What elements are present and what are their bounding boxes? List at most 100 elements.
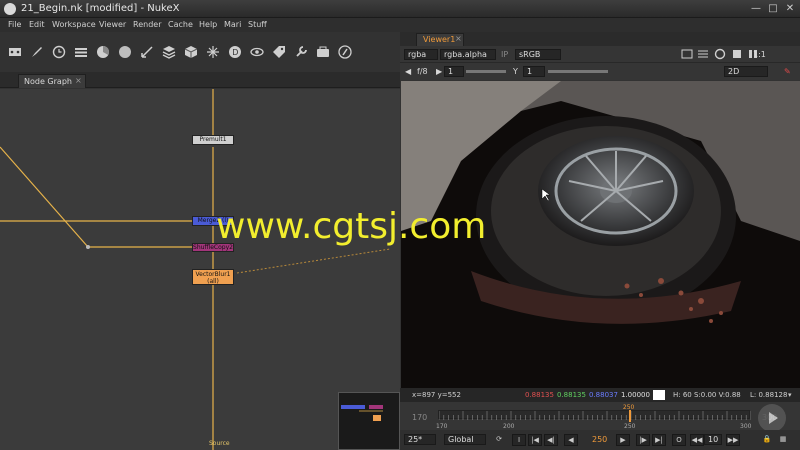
- lut-dropdown[interactable]: sRGB: [515, 49, 561, 60]
- node-source-label: Source: [209, 440, 230, 447]
- tab-node-graph-close-icon[interactable]: ×: [75, 76, 82, 85]
- play-forward-button[interactable]: ▶: [616, 434, 630, 446]
- gamma-input[interactable]: 1: [523, 66, 545, 77]
- node-graph-minimap[interactable]: [338, 392, 400, 450]
- proxy-icon[interactable]: ✎: [784, 66, 791, 77]
- node-vectorblur[interactable]: VectorBlur1 (all): [192, 269, 234, 285]
- menu-render[interactable]: Render: [133, 20, 161, 29]
- pixel-green: 0.88135: [557, 391, 586, 399]
- channel-icon[interactable]: [72, 43, 90, 61]
- tab-viewer1[interactable]: Viewer1 ×: [416, 33, 464, 46]
- pixel-luma: L: 0.88128: [750, 391, 788, 399]
- tab-viewer1-label: Viewer1: [423, 35, 456, 44]
- play-overlay-icon[interactable]: [758, 404, 786, 432]
- image-nodes-icon[interactable]: [6, 43, 24, 61]
- out-point-button[interactable]: O: [672, 434, 686, 446]
- node-premult[interactable]: Premult1: [192, 135, 234, 145]
- node-graph-tabbar: Node Graph ×: [0, 72, 400, 88]
- viewer-compare-icon[interactable]: [680, 47, 694, 61]
- view-mode-dropdown[interactable]: 2D: [724, 66, 768, 77]
- menu-edit[interactable]: Edit: [29, 20, 45, 29]
- timeline[interactable]: 170 170 200 250 300 250 300: [400, 402, 800, 432]
- gain-input[interactable]: 1: [444, 66, 464, 77]
- timeline-track[interactable]: [438, 410, 752, 420]
- lock-icon[interactable]: 🔒: [760, 434, 774, 446]
- status-menu-icon[interactable]: ▾: [788, 391, 792, 399]
- close-button[interactable]: ✕: [784, 3, 796, 15]
- pixel-coords: x=897 y=552: [412, 391, 461, 399]
- toolsets-icon[interactable]: [314, 43, 332, 61]
- first-frame-button[interactable]: |◀: [528, 434, 542, 446]
- fstop-value[interactable]: f/8: [417, 66, 428, 77]
- minimize-button[interactable]: —: [750, 3, 762, 15]
- current-frame[interactable]: 250: [592, 434, 607, 445]
- watermark-text: www.cgtsj.com: [216, 206, 487, 247]
- gamma-slider[interactable]: [548, 70, 608, 73]
- plugins-icon[interactable]: [336, 43, 354, 61]
- node-premult-label: Premult1: [199, 136, 227, 143]
- viewer-wipe-icon[interactable]: [696, 47, 710, 61]
- filter-sphere-icon[interactable]: [116, 43, 134, 61]
- prev-keyframe-button[interactable]: ◀|: [544, 434, 558, 446]
- ip-toggle[interactable]: IP: [501, 49, 508, 60]
- layer-dropdown[interactable]: rgba.alpha: [440, 49, 496, 60]
- step-input[interactable]: 10: [704, 434, 722, 445]
- other-wrench-icon[interactable]: [292, 43, 310, 61]
- pixel-swatch: [653, 390, 665, 400]
- timeline-start: 170: [412, 413, 428, 422]
- step-back-button[interactable]: ◀◀: [690, 434, 704, 446]
- title-bar: 21_Begin.nk [modified] - NukeX — □ ✕: [0, 0, 800, 18]
- views-eye-icon[interactable]: [248, 43, 266, 61]
- prev-fstop-icon[interactable]: ◀: [405, 66, 411, 77]
- last-frame-button[interactable]: ▶|: [652, 434, 666, 446]
- timeline-playhead[interactable]: 250: [623, 404, 635, 422]
- 3d-cube-icon[interactable]: [182, 43, 200, 61]
- play-backward-button[interactable]: ◀: [564, 434, 578, 446]
- viewer-refresh-icon[interactable]: [713, 47, 727, 61]
- color-wheel-icon[interactable]: [94, 43, 112, 61]
- tab-node-graph-label: Node Graph: [24, 77, 72, 86]
- menu-stuff[interactable]: Stuff: [248, 20, 267, 29]
- keyer-icon[interactable]: [138, 43, 156, 61]
- zoom-dropdown[interactable]: 1:1: [753, 49, 793, 60]
- channels-dropdown[interactable]: rgba: [404, 49, 438, 60]
- in-point-button[interactable]: I: [512, 434, 526, 446]
- viewer-pixel-info: x=897 y=552 0.88135 0.88135 0.88037 1.00…: [400, 388, 800, 402]
- tab-node-graph[interactable]: Node Graph ×: [18, 74, 86, 88]
- minimap-preview: [341, 405, 383, 421]
- merge-layers-icon[interactable]: [160, 43, 178, 61]
- draw-brush-icon[interactable]: [28, 43, 46, 61]
- viewer-roi-icon[interactable]: [730, 47, 744, 61]
- pixel-red: 0.88135: [525, 391, 554, 399]
- window-title: 21_Begin.nk [modified] - NukeX: [21, 3, 180, 14]
- node-toolbar: D: [0, 32, 400, 72]
- menu-workspace[interactable]: Workspace: [52, 20, 96, 29]
- pixel-alpha: 1.00000: [621, 391, 650, 399]
- gain-slider[interactable]: [466, 70, 506, 73]
- fps-dropdown[interactable]: 25*: [404, 434, 436, 445]
- menu-cache[interactable]: Cache: [168, 20, 193, 29]
- maximize-button[interactable]: □: [767, 3, 779, 15]
- next-keyframe-button[interactable]: |▶: [636, 434, 650, 446]
- layout-icon[interactable]: ▦: [776, 434, 790, 446]
- time-clock-icon[interactable]: [50, 43, 68, 61]
- tab-viewer1-close-icon[interactable]: ×: [455, 34, 462, 43]
- node-vectorblur-label: VectorBlur1: [195, 271, 231, 278]
- menu-help[interactable]: Help: [199, 20, 217, 29]
- viewer-exposure-controls: ◀ f/8 ▶ 1 Y 1 2D ✎: [400, 63, 800, 80]
- svg-text:D: D: [232, 48, 238, 57]
- menu-viewer[interactable]: Viewer: [99, 20, 126, 29]
- menu-bar: File Edit Workspace Viewer Render Cache …: [0, 18, 800, 32]
- range-dropdown[interactable]: Global: [444, 434, 486, 445]
- menu-file[interactable]: File: [8, 20, 21, 29]
- zoom-value: 1:1: [753, 50, 766, 59]
- deep-icon[interactable]: D: [226, 43, 244, 61]
- node-graph-canvas[interactable]: Premult1 Merge2 (l) ShuffleCopy2 VectorB…: [0, 89, 400, 450]
- gamma-label: Y: [513, 67, 518, 76]
- metadata-tag-icon[interactable]: [270, 43, 288, 61]
- next-fstop-icon[interactable]: ▶: [436, 66, 442, 77]
- loop-mode-icon[interactable]: ⟳: [492, 434, 506, 446]
- menu-mari[interactable]: Mari: [224, 20, 241, 29]
- step-forward-button[interactable]: ▶▶: [726, 434, 740, 446]
- particles-icon[interactable]: [204, 43, 222, 61]
